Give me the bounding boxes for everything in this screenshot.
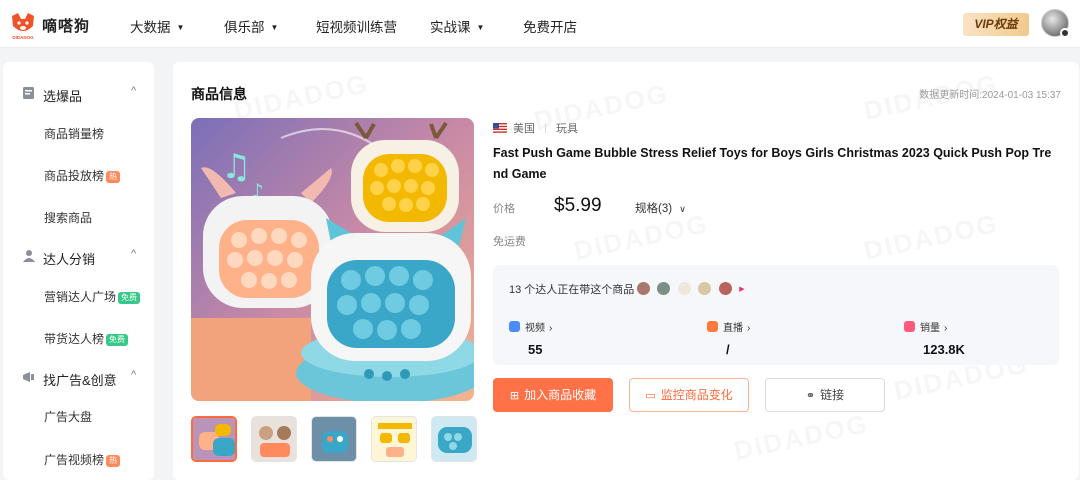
sidebar-section-select-products[interactable]: 选爆品 ^ (3, 80, 154, 106)
video-icon (509, 321, 520, 332)
product-link-button[interactable]: ⚭ 链接 (765, 378, 885, 412)
brand-name[interactable]: 嘀嗒狗 (42, 15, 90, 36)
shipping-label: 免运费 (493, 236, 526, 248)
product-thumbnail[interactable] (311, 416, 357, 462)
stats-card: 13 个达人正在带这个商品 ▶ 视频 › 55 直播 › / 销量 › 123.8K (493, 265, 1059, 365)
svg-text:♫: ♫ (221, 147, 251, 187)
nav-free-store[interactable]: 免费开店 (523, 16, 577, 36)
nav-big-data[interactable]: 大数据 ▼ (130, 16, 184, 36)
hot-badge: 热 (106, 455, 121, 467)
stat-live[interactable]: 直播 › / (707, 319, 750, 357)
sidebar: 选爆品 ^ 商品销量榜 商品投放榜热 搜索商品 达人分销 ^ 营销达人广场 免费 … (3, 62, 154, 480)
stat-value: 123.8K (923, 342, 965, 357)
data-update-time: 数据更新时间:2024-01-03 15:37 (919, 90, 1061, 101)
stat-sales[interactable]: 销量 › 123.8K (904, 319, 965, 357)
nav-short-video-camp[interactable]: 短视频训练营 (316, 16, 397, 36)
avatar (657, 282, 671, 296)
product-meta: 美国 玩具 (493, 120, 578, 136)
free-badge: 免费 (118, 292, 141, 304)
sidebar-section-influencer-distribution[interactable]: 达人分销 ^ (3, 243, 154, 269)
stat-value: / (726, 342, 730, 357)
sidebar-item-search-products[interactable]: 搜索商品 (44, 209, 92, 226)
product-info-panel: DIDADOG DIDADOG DIDADOG DIDADOG DIDADOG … (173, 62, 1079, 480)
product-thumbnail[interactable] (371, 416, 417, 462)
section-title: 商品信息 (191, 86, 247, 102)
sidebar-item-influencer-rank[interactable]: 带货达人榜 免费 (44, 330, 129, 347)
stat-videos[interactable]: 视频 › 55 (509, 319, 552, 357)
avatar (698, 282, 712, 296)
avatar (677, 282, 691, 296)
sidebar-item-ad-overview[interactable]: 广告大盘 (44, 408, 92, 425)
influencer-avatars[interactable]: ▶ (637, 280, 745, 298)
chevron-right-icon: › (747, 323, 751, 334)
product-title: Fast Push Game Bubble Stress Relief Toys… (493, 146, 1052, 181)
product-thumbnail[interactable] (431, 416, 477, 462)
product-thumbnail[interactable] (191, 416, 237, 462)
play-arrow-icon[interactable]: ▶ (739, 285, 744, 293)
nav-club[interactable]: 俱乐部 ▼ (224, 16, 278, 36)
sidebar-item-sales-rank[interactable]: 商品销量榜 (44, 125, 104, 142)
svg-text:DIDADOG: DIDADOG (12, 35, 34, 40)
avatar (637, 282, 650, 296)
avatar-status-badge (1060, 28, 1070, 38)
person-icon (23, 250, 35, 262)
caret-down-icon: ▼ (176, 23, 185, 32)
caret-down-icon: ▼ (270, 23, 279, 32)
dog-logo-icon[interactable]: DIDADOG (8, 10, 38, 40)
price-label: 价格 (493, 203, 515, 215)
sidebar-item-ad-rank[interactable]: 商品投放榜热 (44, 167, 121, 184)
monitor-product-button[interactable]: ▭ 监控商品变化 (629, 378, 749, 412)
vip-benefits-button[interactable]: VIP权益 (963, 13, 1029, 36)
hot-badge: 热 (106, 171, 121, 183)
category-label: 玩具 (556, 123, 578, 135)
top-navbar: DIDADOG 嘀嗒狗 大数据 ▼ 俱乐部 ▼ 短视频训练营 实战课 ▼ 免费开店 V… (0, 0, 1080, 48)
chevron-up-icon: ^ (131, 248, 137, 260)
product-main-image[interactable]: ♫ ♪ (191, 118, 474, 401)
chevron-right-icon: › (944, 323, 948, 334)
avatar (718, 282, 732, 296)
watermark: DIDADOG (731, 408, 871, 467)
chevron-up-icon: ^ (131, 369, 137, 381)
sidebar-section-ads-creative[interactable]: 找广告&创意 ^ (3, 364, 154, 390)
sidebar-item-ad-video-rank[interactable]: 广告视频榜热 (44, 451, 121, 468)
flame-icon (904, 321, 915, 332)
spec-dropdown[interactable]: 规格(3) ∨ (635, 200, 686, 216)
link-icon: ⚭ (805, 390, 816, 402)
live-icon (707, 321, 718, 332)
sidebar-item-influencer-plaza[interactable]: 营销达人广场 免费 (44, 288, 141, 305)
chevron-right-icon: › (549, 323, 553, 334)
chevron-up-icon: ^ (131, 85, 137, 97)
add-to-favorites-button[interactable]: ⊞ 加入商品收藏 (493, 378, 613, 412)
divider (545, 123, 546, 133)
free-badge: 免费 (106, 334, 129, 346)
chevron-down-icon: ∨ (679, 204, 686, 214)
monitor-icon: ▭ (645, 390, 656, 402)
stat-value: 55 (528, 342, 543, 357)
plus-square-icon: ⊞ (509, 390, 520, 402)
us-flag-icon (493, 123, 507, 133)
watermark: DIDADOG (861, 208, 1001, 267)
product-thumbnail[interactable] (251, 416, 297, 462)
caret-down-icon: ▼ (476, 23, 485, 32)
box-icon (23, 87, 34, 99)
country-label: 美国 (513, 123, 535, 135)
influencer-count-text: 13 个达人正在带这个商品 (509, 284, 635, 296)
megaphone-icon (23, 372, 34, 382)
nav-practical-course[interactable]: 实战课 ▼ (430, 16, 484, 36)
price-value: $5.99 (554, 195, 602, 216)
